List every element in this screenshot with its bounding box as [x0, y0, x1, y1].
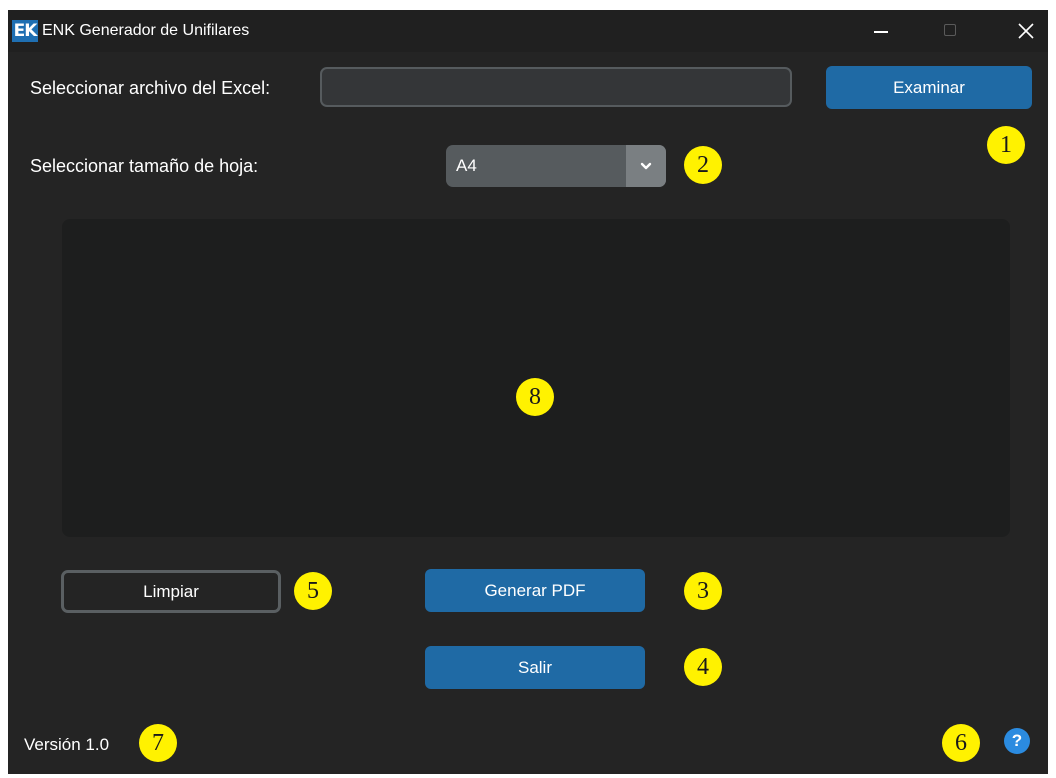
app-window: EK ENK Generador de Unifilares Seleccion… [8, 10, 1048, 774]
minimize-button[interactable] [850, 10, 910, 52]
clear-button[interactable]: Limpiar [61, 570, 281, 613]
marker-2: 2 [684, 146, 722, 184]
exit-button[interactable]: Salir [425, 646, 645, 689]
title-bar: EK ENK Generador de Unifilares [8, 10, 1048, 52]
marker-5: 5 [294, 572, 332, 610]
browse-button[interactable]: Examinar [826, 66, 1032, 109]
marker-1: 1 [987, 126, 1025, 164]
excel-file-input[interactable] [320, 67, 792, 107]
marker-4: 4 [684, 648, 722, 686]
close-icon [1018, 23, 1034, 39]
marker-6: 6 [942, 724, 980, 762]
sheet-size-dropdown[interactable]: A4 [446, 145, 666, 187]
minimize-icon [874, 31, 888, 33]
maximize-button[interactable] [920, 10, 980, 52]
marker-3: 3 [684, 572, 722, 610]
close-button[interactable] [996, 10, 1048, 52]
sheet-size-value: A4 [456, 156, 477, 175]
app-logo-icon: EK [12, 20, 38, 42]
generate-pdf-button[interactable]: Generar PDF [425, 569, 645, 612]
marker-7: 7 [139, 724, 177, 762]
sheet-size-label: Seleccionar tamaño de hoja: [30, 156, 259, 176]
window-title: ENK Generador de Unifilares [42, 22, 250, 39]
version-label: Versión 1.0 [24, 735, 110, 754]
help-icon[interactable]: ? [1004, 728, 1030, 754]
maximize-icon [944, 24, 956, 36]
excel-file-label: Seleccionar archivo del Excel: [30, 78, 271, 98]
chevron-down-icon[interactable] [626, 145, 666, 187]
marker-8: 8 [516, 378, 554, 416]
